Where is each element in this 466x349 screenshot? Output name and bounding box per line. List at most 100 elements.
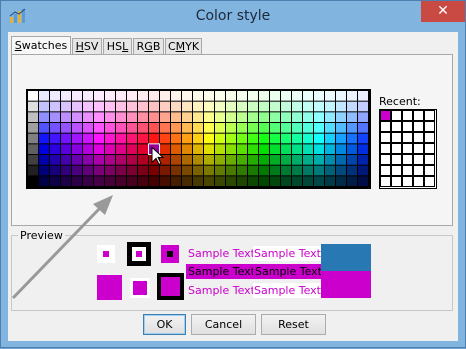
swatch-cell[interactable] <box>281 144 291 155</box>
swatch-cell[interactable] <box>160 176 170 187</box>
swatch-cell[interactable] <box>215 144 225 155</box>
swatch-cell[interactable] <box>215 176 225 187</box>
swatch-cell[interactable] <box>248 165 258 176</box>
tab-hsl[interactable]: HSL <box>103 38 132 54</box>
recent-cell[interactable] <box>402 165 413 176</box>
swatch-cell[interactable] <box>259 165 269 176</box>
swatch-cell[interactable] <box>94 176 104 187</box>
swatch-cell[interactable] <box>39 112 49 123</box>
swatch-cell[interactable] <box>259 133 269 144</box>
swatch-cell[interactable] <box>237 155 247 165</box>
swatch-cell[interactable] <box>28 91 38 101</box>
swatch-cell[interactable] <box>347 144 357 155</box>
swatch-cell[interactable] <box>358 155 368 165</box>
swatch-cell[interactable] <box>182 123 192 133</box>
swatch-cell[interactable] <box>358 101 368 112</box>
swatch-cell[interactable] <box>116 91 126 101</box>
recent-cell[interactable] <box>402 110 413 121</box>
swatch-cell[interactable] <box>292 144 302 155</box>
swatch-cell[interactable] <box>259 112 269 123</box>
recent-cell[interactable] <box>391 132 402 143</box>
swatch-cell[interactable] <box>94 144 104 155</box>
swatch-cell[interactable] <box>116 155 126 165</box>
swatch-cell[interactable] <box>94 91 104 101</box>
swatch-cell[interactable] <box>237 112 247 123</box>
swatch-cell[interactable] <box>182 133 192 144</box>
swatch-cell[interactable] <box>347 176 357 187</box>
recent-cell[interactable] <box>413 176 424 187</box>
recent-cell[interactable] <box>380 110 391 121</box>
swatch-cell[interactable] <box>39 176 49 187</box>
swatch-cell[interactable] <box>347 133 357 144</box>
swatch-cell[interactable] <box>248 144 258 155</box>
recent-cell[interactable] <box>424 121 435 132</box>
swatch-cell[interactable] <box>204 144 214 155</box>
swatch-cell[interactable] <box>270 176 280 187</box>
recent-cell[interactable] <box>380 121 391 132</box>
swatch-cell[interactable] <box>28 133 38 144</box>
swatch-cell[interactable] <box>314 91 324 101</box>
cancel-button[interactable]: Cancel <box>191 314 256 335</box>
recent-cell[interactable] <box>402 121 413 132</box>
swatch-cell[interactable] <box>215 112 225 123</box>
swatch-cell[interactable] <box>325 155 335 165</box>
swatch-cell[interactable] <box>226 101 236 112</box>
swatch-cell[interactable] <box>347 165 357 176</box>
swatch-cell[interactable] <box>303 155 313 165</box>
swatch-cell[interactable] <box>204 112 214 123</box>
recent-cell[interactable] <box>413 154 424 165</box>
swatch-cell[interactable] <box>39 101 49 112</box>
swatch-cell[interactable] <box>160 165 170 176</box>
swatch-cell[interactable] <box>160 123 170 133</box>
swatch-cell[interactable] <box>325 112 335 123</box>
swatch-cell[interactable] <box>171 91 181 101</box>
swatch-cell[interactable] <box>226 144 236 155</box>
swatch-cell[interactable] <box>28 144 38 155</box>
swatch-cell[interactable] <box>116 112 126 123</box>
swatch-palette[interactable] <box>26 89 371 189</box>
swatch-cell[interactable] <box>182 91 192 101</box>
swatch-cell[interactable] <box>72 112 82 123</box>
swatch-cell[interactable] <box>83 123 93 133</box>
swatch-cell[interactable] <box>292 123 302 133</box>
swatch-cell[interactable] <box>314 155 324 165</box>
swatch-cell[interactable] <box>83 112 93 123</box>
swatch-cell[interactable] <box>193 112 203 123</box>
swatch-cell[interactable] <box>281 123 291 133</box>
swatch-cell[interactable] <box>303 101 313 112</box>
swatch-cell[interactable] <box>127 144 137 155</box>
swatch-cell[interactable] <box>61 123 71 133</box>
recent-cell[interactable] <box>380 132 391 143</box>
title-bar[interactable]: Color style ✕ <box>1 1 465 32</box>
swatch-cell[interactable] <box>127 133 137 144</box>
swatch-cell[interactable] <box>50 101 60 112</box>
swatch-cell[interactable] <box>94 133 104 144</box>
recent-cell[interactable] <box>402 132 413 143</box>
swatch-cell[interactable] <box>358 144 368 155</box>
recent-cell[interactable] <box>413 110 424 121</box>
swatch-cell[interactable] <box>94 112 104 123</box>
swatch-cell[interactable] <box>281 176 291 187</box>
swatch-cell[interactable] <box>292 112 302 123</box>
swatch-cell[interactable] <box>116 176 126 187</box>
swatch-cell[interactable] <box>248 155 258 165</box>
swatch-cell[interactable] <box>336 144 346 155</box>
swatch-cell[interactable] <box>61 112 71 123</box>
swatch-cell[interactable] <box>28 176 38 187</box>
swatch-cell[interactable] <box>281 112 291 123</box>
swatch-cell[interactable] <box>50 133 60 144</box>
swatch-cell[interactable] <box>259 101 269 112</box>
swatch-cell[interactable] <box>50 144 60 155</box>
swatch-cell[interactable] <box>182 112 192 123</box>
swatch-cells[interactable] <box>28 91 369 187</box>
recent-cell[interactable] <box>380 165 391 176</box>
swatch-cell[interactable] <box>83 101 93 112</box>
swatch-cell[interactable] <box>336 101 346 112</box>
swatch-cell[interactable] <box>72 123 82 133</box>
swatch-cell[interactable] <box>237 176 247 187</box>
swatch-cell[interactable] <box>259 91 269 101</box>
swatch-cell[interactable] <box>325 176 335 187</box>
swatch-cell[interactable] <box>193 101 203 112</box>
tab-swatches[interactable]: Swatches <box>11 36 71 55</box>
swatch-cell[interactable] <box>215 155 225 165</box>
